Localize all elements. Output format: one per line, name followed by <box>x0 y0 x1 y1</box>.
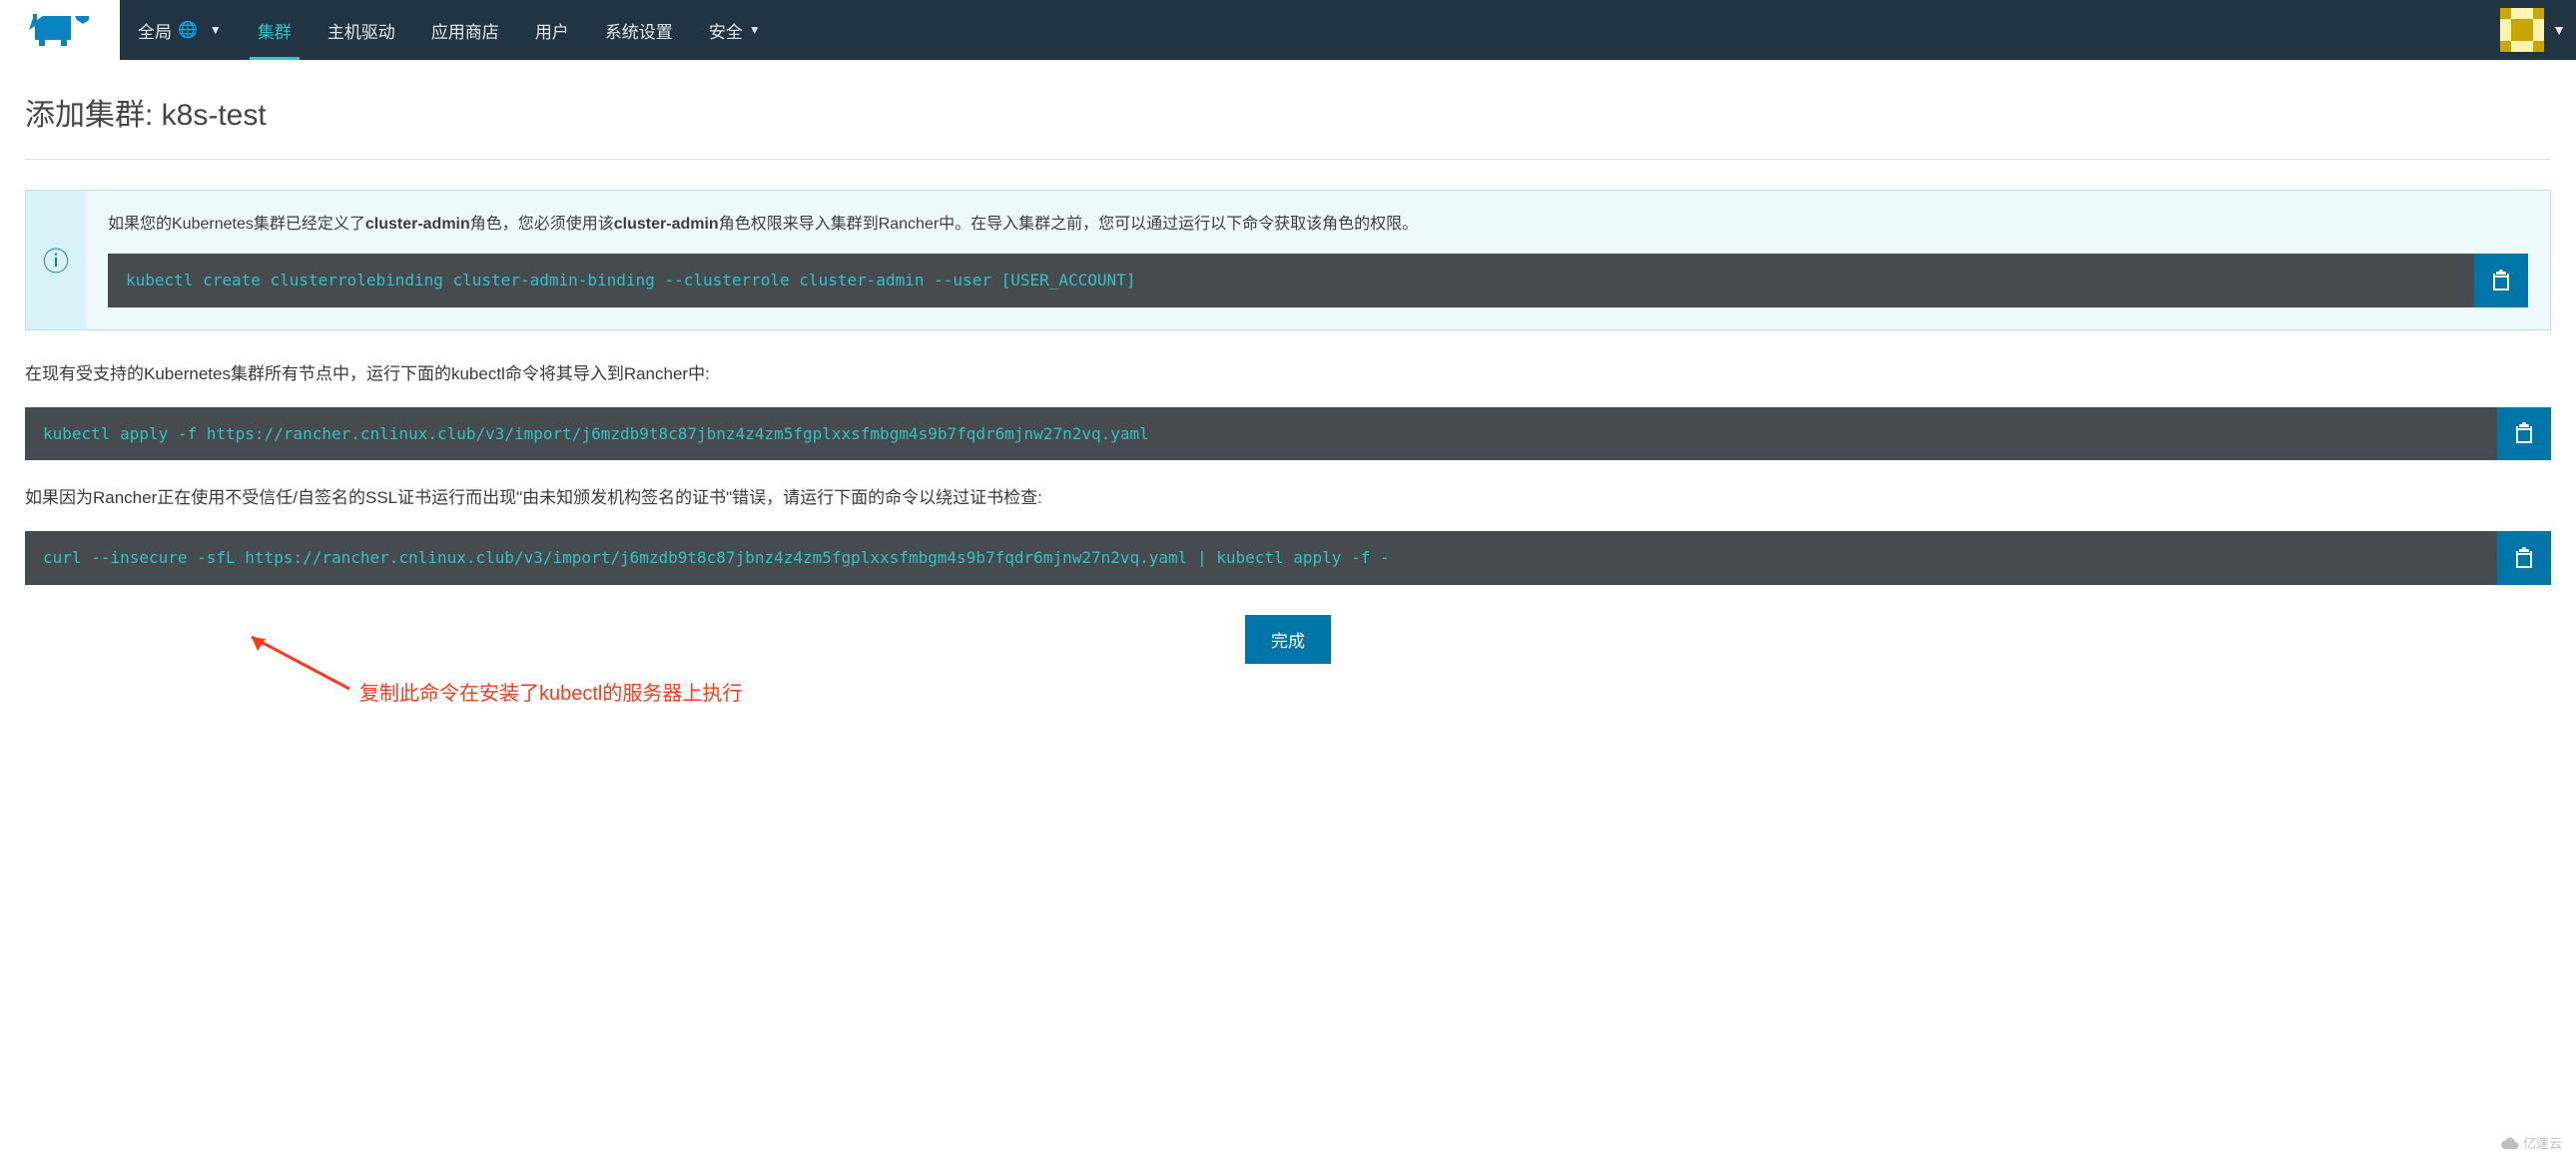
page-body: 添加集群: k8s-test ⓘ 如果您的Kubernetes集群已经定义了cl… <box>0 60 2576 704</box>
topbar: 全局 🌐 ▼ 集群 主机驱动 应用商店 用户 系统设置 安全 ▼ ▼ <box>0 0 2576 60</box>
divider <box>25 159 2551 160</box>
nav-item-label: 集群 <box>258 18 292 43</box>
nav-item-users[interactable]: 用户 <box>517 0 587 60</box>
copy-button-2[interactable] <box>2497 407 2551 461</box>
nav-left: 全局 🌐 ▼ 集群 主机驱动 应用商店 用户 系统设置 安全 ▼ <box>120 0 779 60</box>
watermark: 亿速云 <box>2501 1133 2562 1152</box>
clipboard-icon <box>2514 422 2534 444</box>
user-menu[interactable]: ▼ <box>2500 0 2576 60</box>
main-nav: 全局 🌐 ▼ 集群 主机驱动 应用商店 用户 系统设置 安全 ▼ ▼ <box>120 0 2576 60</box>
section1-text: 在现有受支持的Kubernetes集群所有节点中，运行下面的kubectl命令将… <box>25 360 2551 389</box>
clipboard-icon <box>2514 547 2534 569</box>
done-button[interactable]: 完成 <box>1245 615 1331 664</box>
cluster-name: k8s-test <box>162 99 267 132</box>
clipboard-icon <box>2491 270 2511 291</box>
nav-item-clusters[interactable]: 集群 <box>240 0 310 60</box>
section2-text: 如果因为Rancher正在使用不受信任/自签名的SSL证书运行而出现"由未知颁发… <box>25 484 2551 513</box>
copy-button-1[interactable] <box>2474 254 2528 307</box>
info-banner: ⓘ 如果您的Kubernetes集群已经定义了cluster-admin角色，您… <box>25 190 2551 330</box>
nav-global[interactable]: 全局 🌐 ▼ <box>120 0 240 60</box>
chevron-down-icon: ▼ <box>2552 22 2566 38</box>
info-body: 如果您的Kubernetes集群已经定义了cluster-admin角色，您必须… <box>86 191 2550 329</box>
title-prefix: 添加集群: <box>25 99 162 132</box>
nav-item-drivers[interactable]: 主机驱动 <box>310 0 413 60</box>
annotation-text: 复制此命令在安装了kubectl的服务器上执行 <box>359 677 742 706</box>
nav-item-catalog[interactable]: 应用商店 <box>413 0 517 60</box>
nav-item-security[interactable]: 安全 ▼ <box>691 0 779 60</box>
globe-icon: 🌐 <box>178 20 198 40</box>
code-row-3: curl --insecure -sfL https://rancher.cnl… <box>25 531 2551 585</box>
chevron-down-icon: ▼ <box>210 23 222 37</box>
avatar <box>2500 8 2544 52</box>
nav-item-settings[interactable]: 系统设置 <box>587 0 691 60</box>
code-row-1: kubectl create clusterrolebinding cluste… <box>108 254 2528 307</box>
bull-icon <box>25 10 95 50</box>
code-block[interactable]: kubectl create clusterrolebinding cluste… <box>108 254 2474 307</box>
info-icon: ⓘ <box>26 191 86 329</box>
footer-actions: 完成 <box>25 615 2551 664</box>
nav-item-label: 用户 <box>535 18 569 43</box>
nav-item-label: 主机驱动 <box>327 18 395 43</box>
page-title: 添加集群: k8s-test <box>25 90 2551 134</box>
code-block[interactable]: curl --insecure -sfL https://rancher.cnl… <box>25 531 2497 585</box>
code-row-2: kubectl apply -f https://rancher.cnlinux… <box>25 407 2551 461</box>
nav-item-label: 系统设置 <box>605 18 673 43</box>
copy-button-3[interactable] <box>2497 531 2551 585</box>
logo[interactable] <box>0 0 120 60</box>
chevron-down-icon: ▼ <box>749 23 761 37</box>
nav-item-label: 安全 <box>709 18 743 43</box>
nav-spacer <box>779 0 2500 60</box>
code-block[interactable]: kubectl apply -f https://rancher.cnlinux… <box>25 407 2497 461</box>
nav-item-label: 应用商店 <box>431 18 499 43</box>
watermark-text: 亿速云 <box>2523 1133 2562 1152</box>
cloud-icon <box>2501 1136 2519 1150</box>
info-text: 如果您的Kubernetes集群已经定义了cluster-admin角色，您必须… <box>108 211 2528 238</box>
nav-global-label: 全局 <box>138 18 172 43</box>
